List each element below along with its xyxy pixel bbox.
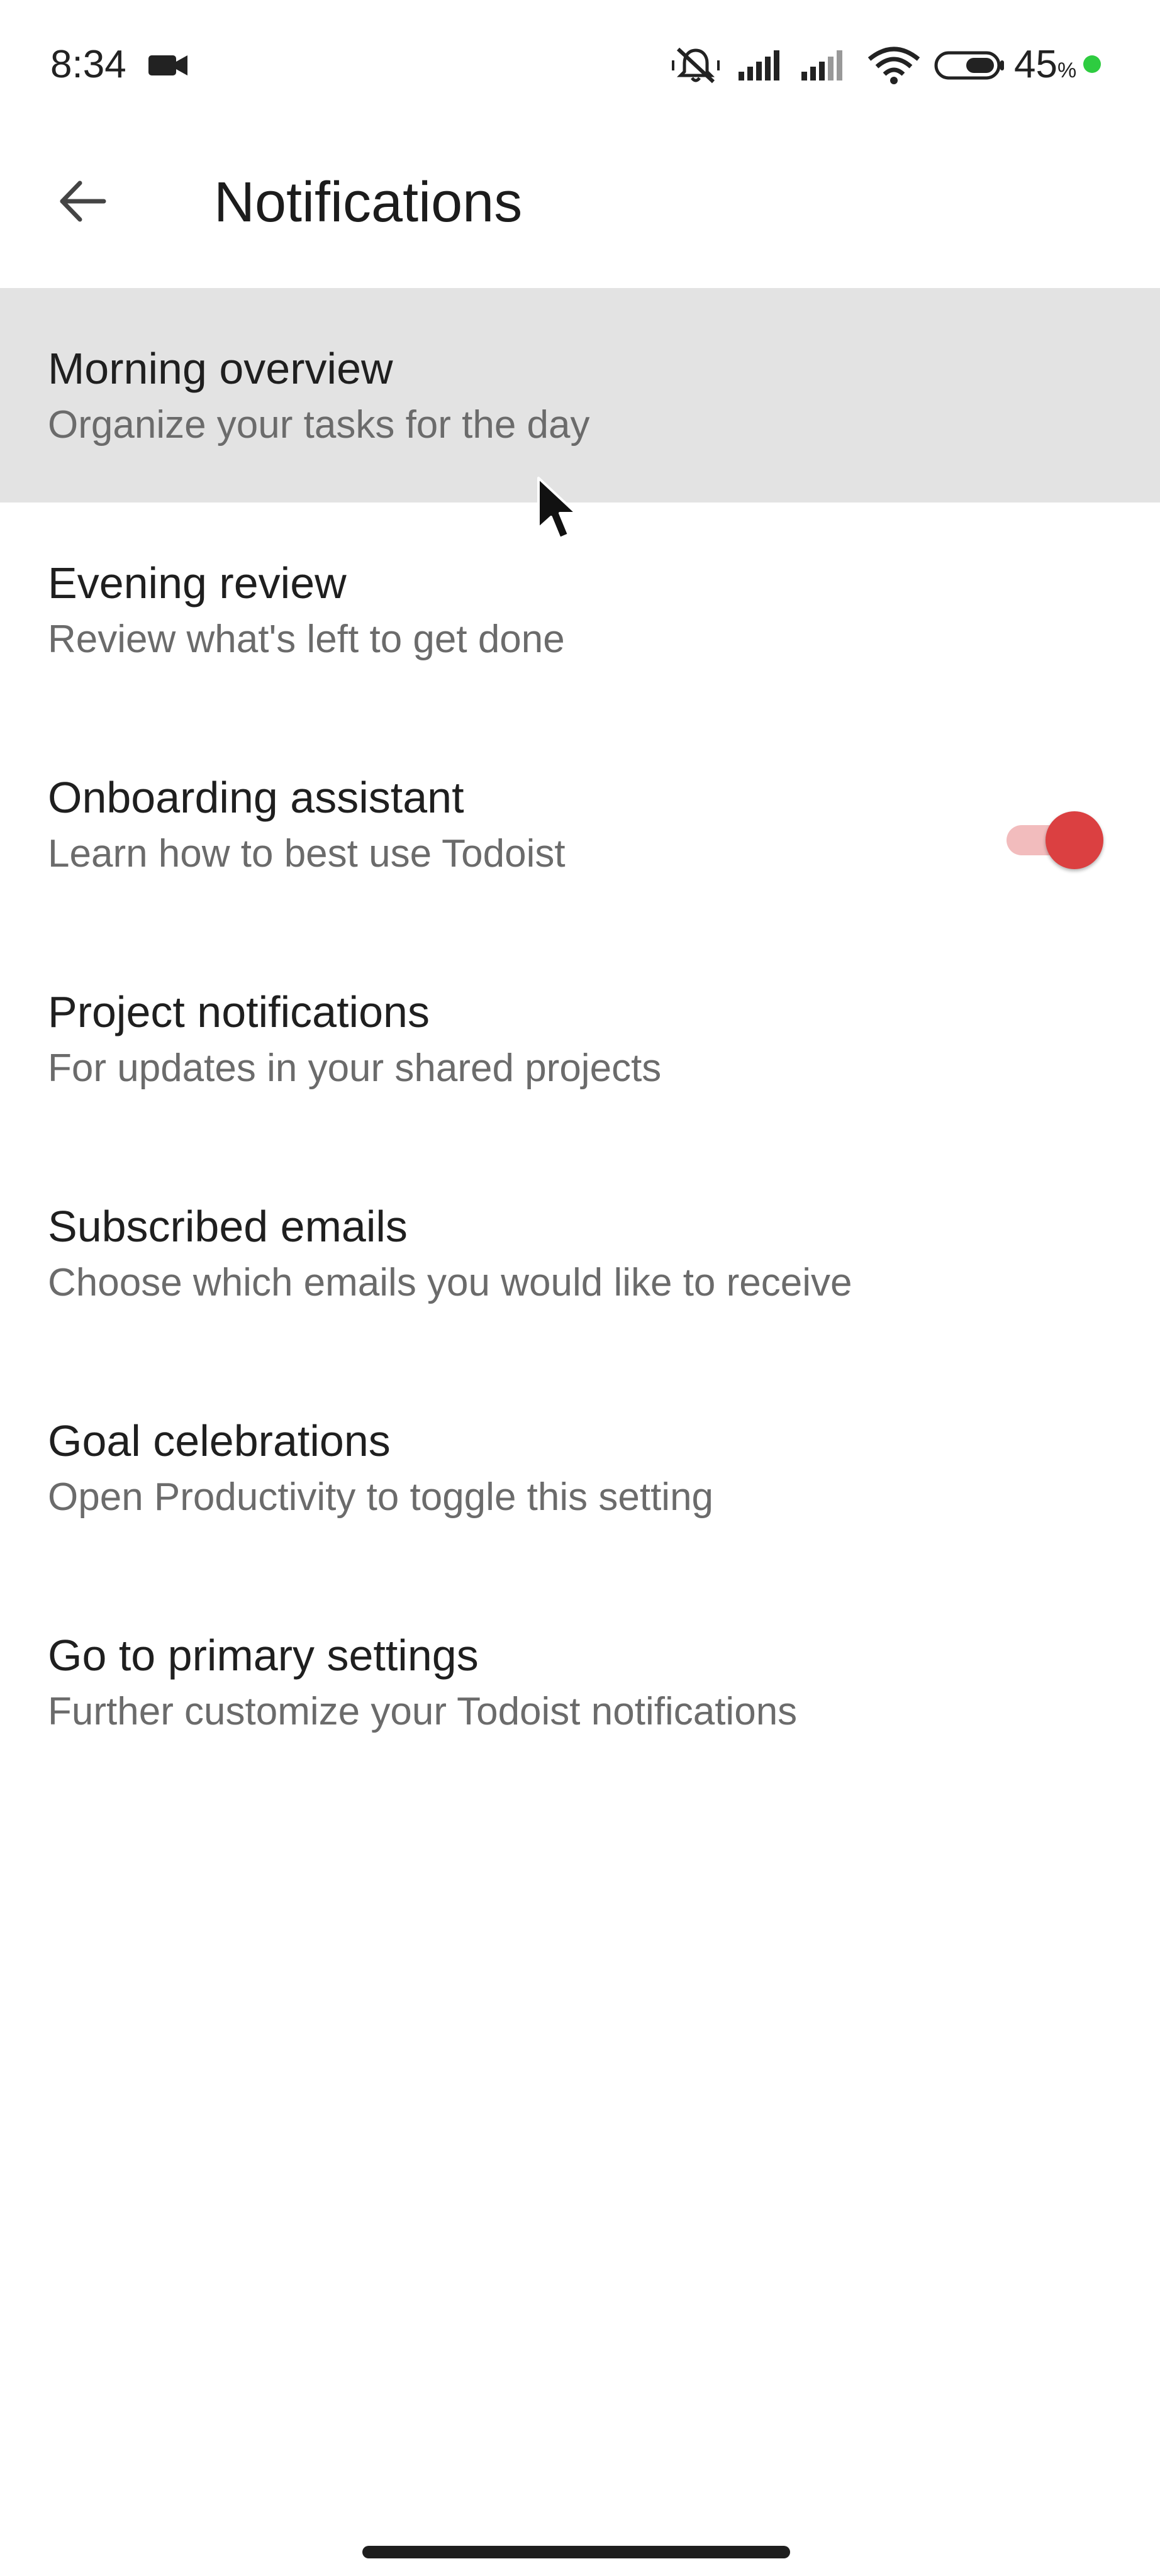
home-indicator[interactable] <box>362 2546 790 2558</box>
video-camera-icon <box>148 55 187 75</box>
signal-icon <box>739 50 779 80</box>
setting-title: Morning overview <box>48 344 393 393</box>
setting-evening-review[interactable]: Evening review Review what's left to get… <box>0 502 1160 717</box>
setting-title: Go to primary settings <box>48 1631 479 1680</box>
setting-subtitle: Review what's left to get done <box>48 618 565 661</box>
toggle-thumb <box>1046 811 1103 869</box>
setting-subtitle: Learn how to best use Todoist <box>48 832 566 875</box>
notifications-screen: 8:34 45% Notifications Morning overview … <box>0 0 1160 2576</box>
onboarding-assistant-toggle[interactable] <box>1007 811 1107 869</box>
setting-title: Subscribed emails <box>48 1202 408 1251</box>
page-title: Notifications <box>214 171 523 234</box>
setting-title: Onboarding assistant <box>48 773 464 822</box>
mouse-cursor-icon <box>537 477 577 540</box>
battery-level: 45% <box>1014 43 1076 92</box>
battery-unit: % <box>1057 58 1077 82</box>
setting-title: Evening review <box>48 558 347 608</box>
setting-project-notifications[interactable]: Project notifications For updates in you… <box>0 931 1160 1146</box>
setting-subtitle: Organize your tasks for the day <box>48 403 590 447</box>
setting-subtitle: Further customize your Todoist notificat… <box>48 1690 798 1733</box>
setting-subtitle: Choose which emails you would like to re… <box>48 1261 852 1304</box>
back-button[interactable] <box>44 164 120 239</box>
charging-dot <box>1083 55 1101 73</box>
wifi-icon <box>867 47 920 84</box>
setting-title: Goal celebrations <box>48 1416 391 1465</box>
signal-icon <box>801 50 842 80</box>
setting-subtitle: Open Productivity to toggle this setting <box>48 1475 714 1519</box>
status-time: 8:34 <box>50 43 126 86</box>
muted-bell-icon <box>672 47 720 84</box>
setting-primary-settings[interactable]: Go to primary settings Further customize… <box>0 1575 1160 1789</box>
app-bar: Notifications <box>0 132 1160 289</box>
arrow-left-icon <box>60 180 106 222</box>
status-bar: 8:34 45% <box>0 0 1160 132</box>
setting-goal-celebrations[interactable]: Goal celebrations Open Productivity to t… <box>0 1360 1160 1575</box>
settings-list: Morning overview Organize your tasks for… <box>0 288 1160 1789</box>
setting-subscribed-emails[interactable]: Subscribed emails Choose which emails yo… <box>0 1146 1160 1360</box>
setting-morning-overview[interactable]: Morning overview Organize your tasks for… <box>0 288 1160 502</box>
battery-icon <box>934 51 1004 80</box>
setting-subtitle: For updates in your shared projects <box>48 1046 662 1090</box>
setting-title: Project notifications <box>48 987 430 1036</box>
setting-onboarding-assistant[interactable]: Onboarding assistant Learn how to best u… <box>0 717 1160 931</box>
battery-percent: 45 <box>1014 43 1057 86</box>
